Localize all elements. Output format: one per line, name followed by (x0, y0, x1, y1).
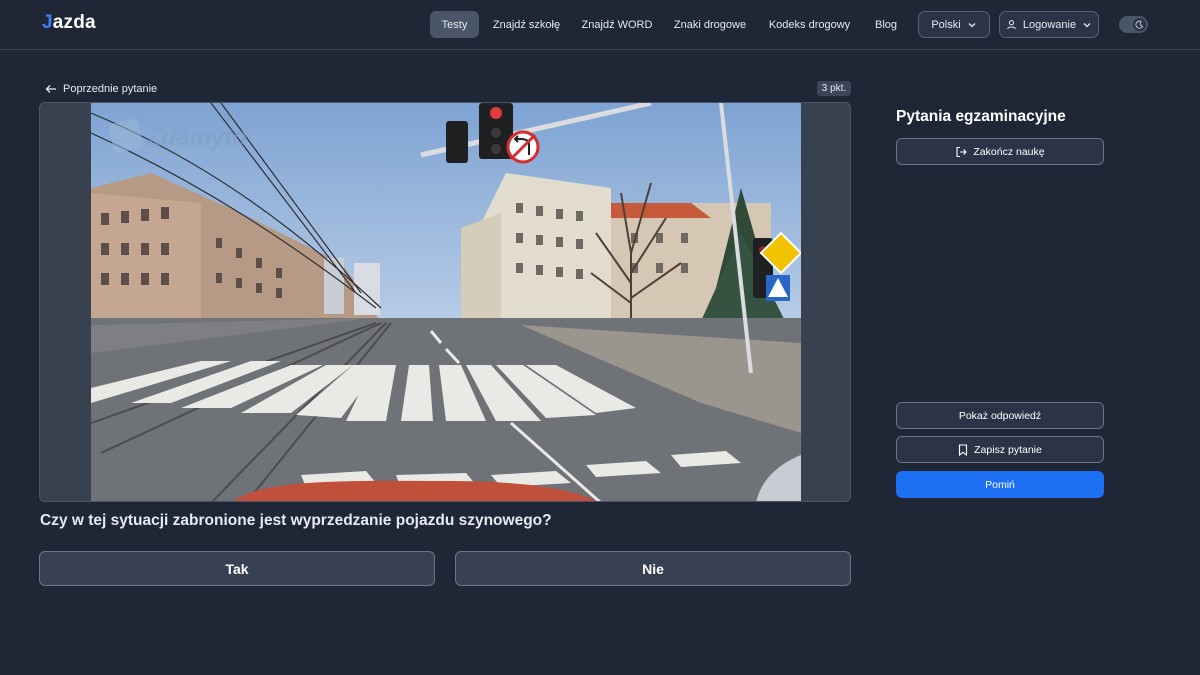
watermark-text: Zdamyto (146, 124, 247, 151)
end-learning-label: Zakończ naukę (973, 145, 1045, 158)
login-label: Logowanie (1022, 18, 1077, 31)
nav-tests-label: Testy (441, 18, 468, 31)
nav-blog-label: Blog (874, 18, 898, 31)
previous-question-link[interactable]: Poprzednie pytanie (45, 81, 157, 96)
nav-traffic-code-label: Kodeks drogowy (768, 18, 851, 31)
nav-find-school[interactable]: Znajdź szkołę (489, 11, 564, 38)
nav-find-word[interactable]: Znajdź WORD (578, 11, 656, 38)
skip-label: Pomiń (985, 478, 1015, 491)
question-text: Czy w tej sytuacji zabronione jest wyprz… (40, 512, 552, 529)
jazda-logo[interactable]: Jazda (42, 12, 96, 34)
side-panel-title: Pytania egzaminacyjne (896, 108, 1066, 125)
language-select[interactable]: Polski (918, 11, 990, 38)
road-scene-photo: Zdamyto (91, 103, 801, 501)
road-scene-illustration: Zdamyto (91, 103, 801, 501)
answer-no-button[interactable]: Nie (455, 551, 851, 586)
points-badge: 3 pkt. (817, 81, 851, 96)
theme-toggle[interactable] (1119, 16, 1148, 33)
logo-text: azda (52, 12, 96, 33)
answer-yes-button[interactable]: Tak (39, 551, 435, 586)
answer-no-label: Nie (642, 560, 664, 577)
bookmark-icon (959, 443, 968, 456)
moon-icon (1135, 20, 1144, 29)
nav-road-signs[interactable]: Znaki drogowe (668, 11, 752, 38)
answer-yes-label: Tak (225, 560, 249, 577)
arrow-left-icon (45, 84, 56, 93)
nav-traffic-code[interactable]: Kodeks drogowy (765, 11, 854, 38)
nav-road-signs-label: Znaki drogowe (673, 18, 747, 31)
skip-button[interactable]: Pomiń (896, 471, 1104, 498)
top-nav-bar: Jazda Testy Znajdź szkołę Znajdź WORD Zn… (0, 0, 1200, 50)
previous-question-label: Poprzednie pytanie (63, 82, 158, 95)
login-dropdown[interactable]: Logowanie (999, 11, 1099, 38)
show-answer-button[interactable]: Pokaż odpowiedź (896, 402, 1104, 429)
end-learning-button[interactable]: Zakończ naukę (896, 138, 1104, 165)
nav-find-word-label: Znajdź WORD (581, 18, 653, 31)
user-icon (1007, 20, 1016, 30)
show-answer-label: Pokaż odpowiedź (958, 409, 1042, 422)
save-question-button[interactable]: Zapisz pytanie (896, 436, 1104, 463)
nav-blog[interactable]: Blog (868, 11, 904, 38)
nav-find-school-label: Znajdź szkołę (492, 18, 561, 31)
nav-tests[interactable]: Testy (430, 11, 479, 38)
logo-letter: J (42, 12, 53, 33)
toggle-knob (1133, 18, 1146, 31)
points-label: 3 pkt. (821, 83, 847, 94)
question-media: Zdamyto (39, 102, 851, 502)
logout-icon (956, 146, 968, 157)
save-question-label: Zapisz pytanie (974, 443, 1042, 456)
chevron-down-icon (968, 22, 976, 27)
chevron-down-icon (1083, 22, 1091, 27)
language-label: Polski (931, 18, 961, 31)
